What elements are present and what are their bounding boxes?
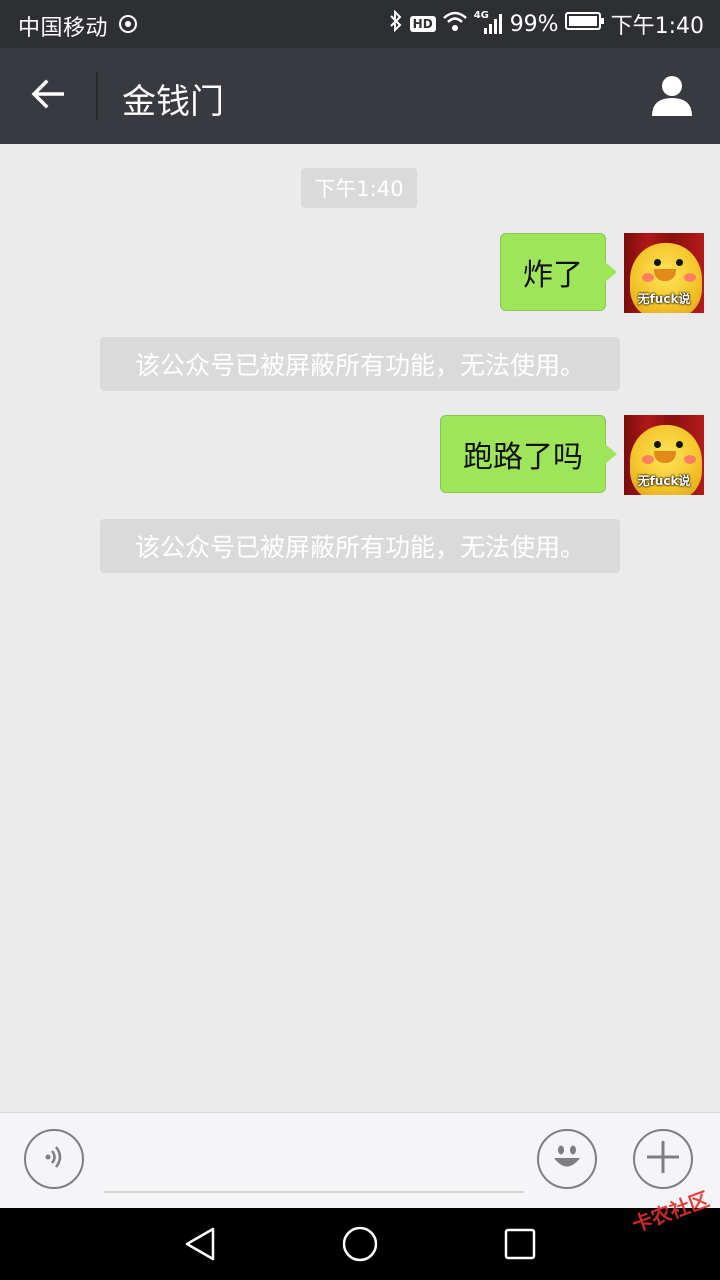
message-bubble[interactable]: 跑路了吗 (440, 415, 617, 493)
nav-back-icon (183, 1226, 217, 1266)
bluetooth-icon (388, 9, 404, 39)
plus-icon (643, 1137, 683, 1181)
message-input[interactable] (104, 1127, 524, 1193)
back-button[interactable] (22, 72, 74, 120)
input-bar (0, 1112, 720, 1209)
avatar[interactable]: 无fuck说 (624, 233, 704, 313)
chat-title: 金钱门 (122, 82, 224, 122)
battery-percent: 99% (509, 11, 559, 37)
voice-icon (39, 1142, 69, 1176)
message-row-sent: 炸了 无fuck说 (500, 233, 704, 313)
system-notice: 该公众号已被屏蔽所有功能，无法使用。 (100, 519, 620, 573)
battery-icon (564, 11, 605, 37)
avatar[interactable]: 无fuck说 (624, 415, 704, 495)
avatar-caption: 无fuck说 (637, 474, 691, 488)
status-bar: 中国移动 HD 4G 99% 下午1:40 (0, 0, 720, 48)
more-button[interactable] (633, 1129, 693, 1189)
nav-recents-icon (503, 1227, 537, 1265)
voice-button[interactable] (24, 1129, 84, 1189)
carrier-name: 中国移动 (18, 16, 109, 41)
avatar-caption: 无fuck说 (637, 292, 691, 306)
chat-info-button[interactable] (646, 72, 698, 120)
wifi-icon (442, 10, 468, 38)
nav-home-button[interactable] (338, 1224, 382, 1268)
message-row-sent: 跑路了吗 无fuck说 (440, 415, 704, 495)
nav-back-button[interactable] (178, 1224, 222, 1268)
profile-icon (650, 72, 694, 120)
back-arrow-icon (30, 79, 66, 113)
system-nav-bar (0, 1208, 720, 1280)
header-divider (96, 72, 98, 120)
nav-recents-button[interactable] (498, 1224, 542, 1268)
signal-icon: 4G (474, 10, 504, 36)
message-bubble[interactable]: 炸了 (500, 233, 617, 311)
message-timestamp: 下午1:40 (301, 168, 417, 208)
emoji-icon (545, 1135, 589, 1183)
nav-home-icon (341, 1225, 379, 1267)
sync-icon (118, 14, 138, 38)
chat-header: 金钱门 (0, 48, 720, 144)
clock: 下午1:40 (610, 14, 704, 39)
emoji-button[interactable] (537, 1129, 597, 1189)
system-notice: 该公众号已被屏蔽所有功能，无法使用。 (100, 337, 620, 391)
hd-badge: HD (409, 16, 436, 32)
